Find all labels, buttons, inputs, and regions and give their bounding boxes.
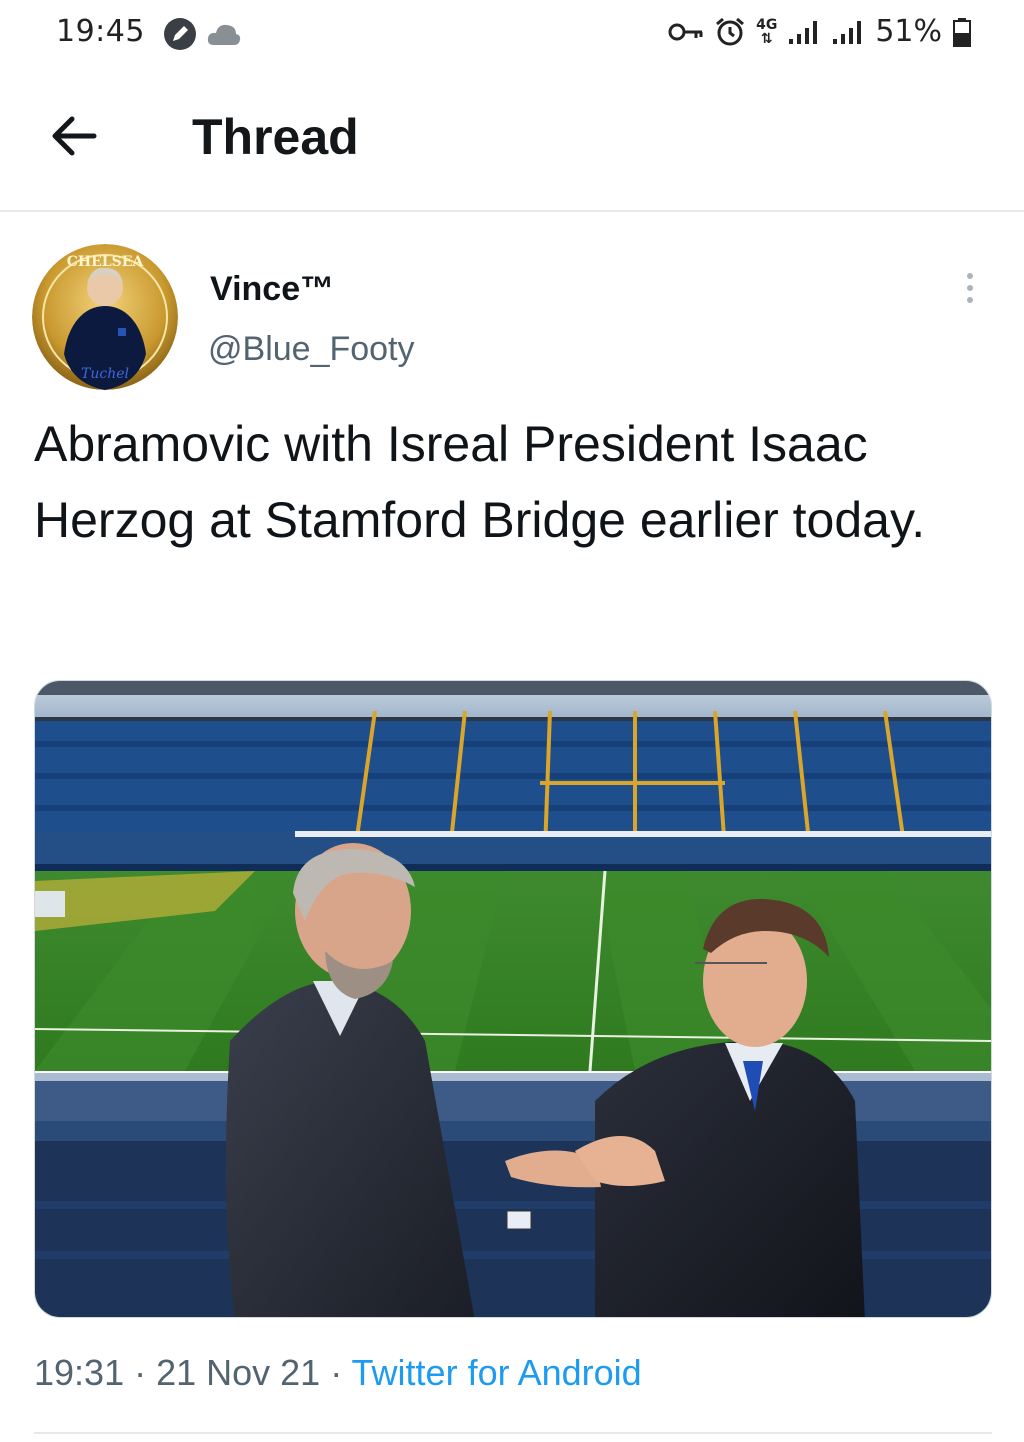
avatar-badge-text: CHELSEA bbox=[67, 254, 145, 270]
network-4g-icon: 4G ⇅ bbox=[756, 16, 778, 47]
meta-separator: · bbox=[320, 1352, 352, 1393]
key-icon bbox=[668, 23, 703, 40]
tweet-time: 19:31 bbox=[34, 1352, 125, 1393]
avatar-image: Tuchel CHELSEA bbox=[32, 244, 178, 390]
tweet-photo[interactable] bbox=[34, 680, 992, 1318]
status-bar: 19:45 4G ⇅ 51% bbox=[0, 0, 1024, 68]
meta-separator: · bbox=[124, 1352, 157, 1393]
network-type: 4G bbox=[756, 16, 778, 33]
page-title: Thread bbox=[192, 109, 359, 165]
status-left-icons bbox=[162, 16, 242, 52]
user-handle[interactable]: @Blue_Footy bbox=[208, 330, 415, 369]
alarm-icon bbox=[716, 17, 745, 45]
stadium-photo bbox=[35, 681, 991, 1317]
avatar-signature: Tuchel bbox=[81, 366, 129, 382]
cloud-icon bbox=[207, 24, 241, 45]
edit-badge-icon bbox=[164, 18, 196, 50]
tweet-date: 21 Nov 21 bbox=[156, 1352, 321, 1393]
more-options-button[interactable] bbox=[950, 270, 990, 310]
tweet-source-link[interactable]: Twitter for Android bbox=[352, 1352, 642, 1393]
signal-icon bbox=[789, 20, 818, 44]
back-button[interactable] bbox=[42, 104, 106, 168]
back-arrow-icon bbox=[52, 116, 97, 156]
status-right-icons: 4G ⇅ 51% bbox=[668, 14, 972, 49]
display-name[interactable]: Vince™ bbox=[210, 270, 334, 309]
more-vertical-icon bbox=[967, 273, 973, 303]
battery-percentage: 51% bbox=[875, 14, 942, 49]
signal-icon bbox=[833, 20, 862, 44]
battery-icon bbox=[953, 17, 971, 47]
divider bbox=[34, 1432, 992, 1434]
tweet-metadata: 19:31 · 21 Nov 21 · Twitter for Android bbox=[34, 1352, 642, 1394]
avatar[interactable]: Tuchel CHELSEA bbox=[32, 244, 178, 390]
thread-header: Thread bbox=[0, 68, 1024, 212]
tweet-text: Abramovic with Isreal President Isaac He… bbox=[34, 416, 926, 548]
status-time: 19:45 bbox=[56, 14, 145, 49]
